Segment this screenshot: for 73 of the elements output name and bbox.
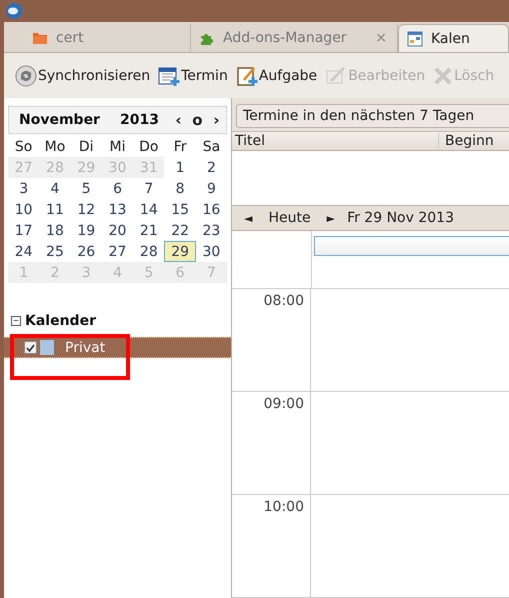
weekday-label: Do [138,138,160,156]
day-cell[interactable]: 24 [8,241,40,262]
date-label: Fr 29 Nov 2013 [347,210,454,226]
previous-day-button[interactable]: ◄ [244,212,260,225]
toolbar-button[interactable]: Aufgabe [232,64,320,86]
year-label[interactable]: 2013 [120,112,159,128]
day-cell[interactable]: 2 [196,157,228,178]
day-cell[interactable]: 3 [8,178,40,199]
day-cell[interactable]: 7 [133,178,164,199]
day-cell[interactable]: 14 [133,199,164,220]
checkbox[interactable] [24,341,37,354]
tab-label: cert [56,30,84,46]
today-button[interactable]: o [188,111,207,129]
day-cell[interactable]: 8 [164,178,196,199]
day-cell[interactable]: 21 [133,220,164,241]
weekday-label: Di [78,138,95,156]
weekday-label: Mo [44,138,66,156]
day-cell[interactable]: 13 [102,199,134,220]
day-cell[interactable]: 10 [8,199,40,220]
weekday-label: So [14,138,34,156]
day-cell[interactable]: 19 [70,220,102,241]
calendar-list-item[interactable]: Privat [4,337,231,358]
month-label[interactable]: November [19,112,100,128]
hour-label: 09:00 [232,392,311,412]
previous-month-button[interactable]: ‹ [168,111,188,129]
calendar-name: Privat [65,340,106,356]
day-cell[interactable]: 27 [102,241,134,262]
day-cell[interactable]: 5 [70,178,102,199]
tab-label: Kalen [431,30,470,46]
day-cell[interactable]: 18 [39,220,71,241]
day-cell[interactable]: 23 [196,220,228,241]
pencil-icon [325,64,348,86]
day-cell[interactable]: 20 [102,220,134,241]
sync-icon [15,64,37,86]
folder-icon [32,31,48,45]
hour-label: 10:00 [232,495,311,515]
filter-dropdown[interactable]: Termine in den nächsten 7 Tagen [236,104,509,128]
weekday-label: Fr [172,138,188,156]
check-icon [26,344,35,352]
weekday-label: Mi [108,138,127,156]
toolbar-button[interactable]: Termin [155,64,231,86]
app-logo-icon [5,2,23,20]
tab[interactable]: Kalen [398,24,509,52]
next-day-button[interactable]: ► [318,212,344,225]
day-cell[interactable]: 12 [70,199,102,220]
day-cell[interactable]: 9 [196,178,228,199]
toolbar-button[interactable]: Synchronisieren [12,64,154,86]
collapse-toggle[interactable]: − [11,316,21,326]
hour-label: 08:00 [232,289,311,309]
calendar-plus-icon [158,64,180,86]
day-cell[interactable]: 26 [70,241,102,262]
column-header[interactable]: Titel [232,133,439,150]
day-cell[interactable]: 30 [196,241,228,262]
day-cell[interactable]: 29 [164,241,196,262]
day-cell[interactable]: 28 [133,241,164,262]
clipboard-plus-icon [236,64,258,86]
today-button[interactable]: Heute [260,210,319,226]
day-cell[interactable]: 4 [39,178,71,199]
delete-icon [433,66,454,86]
calendar-icon [407,30,423,46]
day-cell[interactable]: 25 [39,241,71,262]
day-cell[interactable]: 17 [8,220,40,241]
day-cell[interactable]: 22 [164,220,196,241]
day-cell[interactable]: 15 [164,199,196,220]
day-cell[interactable]: 6 [102,178,134,199]
day-cell[interactable]: 11 [39,199,71,220]
day-cell[interactable]: 1 [164,157,196,178]
tab-label: Add-ons-Manager [223,30,347,46]
weekday-label: Sa [202,138,222,156]
section-title: Kalender [25,313,96,329]
next-month-button[interactable]: › [206,111,226,129]
column-header[interactable]: Beginn [439,133,494,150]
day-cell[interactable]: 16 [196,199,228,220]
